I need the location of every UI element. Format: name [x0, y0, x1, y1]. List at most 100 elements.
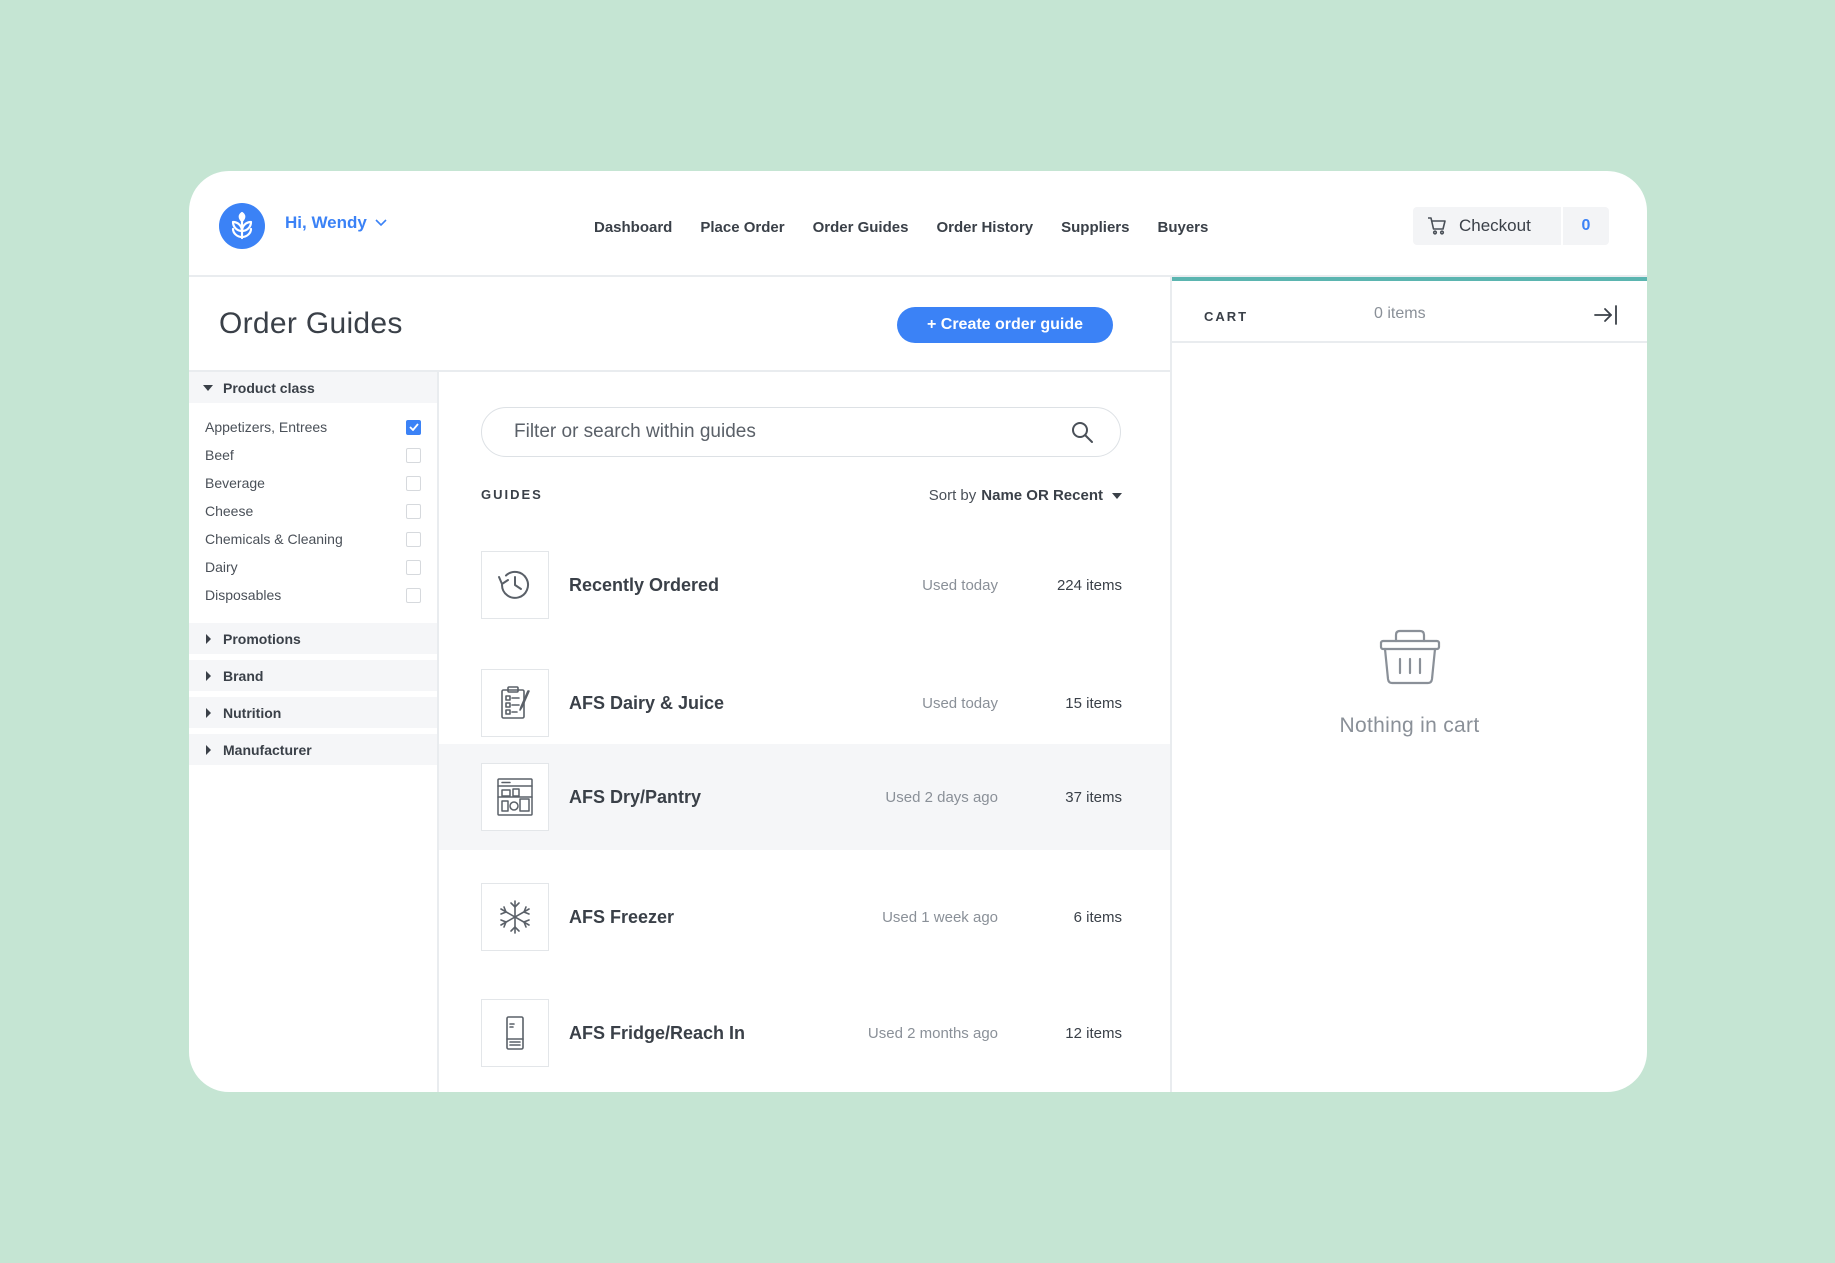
guide-item-count: 6 items: [1073, 908, 1122, 926]
filter-option-label: Disposables: [205, 587, 282, 603]
user-menu[interactable]: Hi, Wendy: [285, 213, 387, 233]
nav-order-guides[interactable]: Order Guides: [813, 219, 909, 236]
cart-item-count: 0 items: [1374, 305, 1426, 322]
facet-nutrition[interactable]: Nutrition: [189, 697, 437, 728]
checkout-label: Checkout: [1459, 216, 1531, 235]
checkbox[interactable]: [406, 587, 421, 603]
filter-option-label: Beverage: [205, 475, 265, 491]
guide-name: AFS Dry/Pantry: [569, 786, 702, 807]
main-nav: Dashboard Place Order Order Guides Order…: [594, 219, 1208, 236]
filter-option[interactable]: Dairy: [189, 553, 437, 581]
checkbox[interactable]: [406, 447, 421, 463]
nav-dashboard[interactable]: Dashboard: [594, 219, 672, 236]
guide-thumbnail: [481, 551, 549, 619]
guide-last-used: Used today: [922, 576, 998, 594]
facet-product-class[interactable]: Product class: [189, 372, 437, 403]
checkout-count-badge: 0: [1561, 207, 1609, 245]
guide-row-dry-pantry[interactable]: AFS Dry/Pantry Used 2 days ago 37 items: [439, 744, 1170, 850]
check-icon: [408, 423, 419, 431]
pantry-shelf-icon: [497, 778, 533, 816]
guides-label: GUIDES: [481, 487, 543, 502]
filter-sidebar: Product class Appetizers, Entrees Beef B…: [189, 372, 439, 1092]
checkbox[interactable]: [406, 559, 421, 575]
guide-thumbnail: [481, 763, 549, 831]
facet-label: Product class: [223, 379, 315, 396]
logo-icon[interactable]: [219, 203, 265, 249]
caret-down-icon: [203, 384, 213, 391]
checkout-main[interactable]: Checkout: [1413, 207, 1561, 245]
facet-label: Manufacturer: [223, 741, 312, 758]
nav-buyers[interactable]: Buyers: [1158, 219, 1209, 236]
filter-option-label: Chemicals & Cleaning: [205, 531, 343, 547]
nav-order-history[interactable]: Order History: [936, 219, 1033, 236]
filter-option-label: Appetizers, Entrees: [205, 419, 328, 435]
checkbox[interactable]: [406, 531, 421, 547]
caret-right-icon: [206, 707, 211, 718]
checkbox[interactable]: [406, 475, 421, 491]
product-class-list: Appetizers, Entrees Beef Beverage Cheese…: [189, 409, 437, 623]
create-order-guide-button[interactable]: + Create order guide: [897, 307, 1113, 343]
guide-last-used: Used 2 days ago: [885, 788, 998, 806]
filter-option-label: Beef: [205, 447, 234, 463]
guide-thumbnail: [481, 883, 549, 951]
guide-last-used: Used today: [922, 694, 998, 712]
caret-down-icon: [1112, 492, 1122, 499]
cart-icon: [1428, 217, 1446, 235]
filter-option[interactable]: Chemicals & Cleaning: [189, 525, 437, 553]
guide-row-recently-ordered[interactable]: Recently Ordered Used today 224 items: [439, 532, 1170, 638]
empty-cart-state: Nothing in cart: [1172, 627, 1647, 738]
search-box: [481, 407, 1121, 457]
search-icon[interactable]: [1070, 420, 1094, 444]
caret-right-icon: [206, 670, 211, 681]
caret-right-icon: [206, 744, 211, 755]
guide-row-dairy-juice[interactable]: AFS Dairy & Juice Used today 15 items: [439, 650, 1170, 756]
greeting-label: Hi, Wendy: [285, 213, 367, 232]
filter-option[interactable]: Appetizers, Entrees: [189, 413, 437, 441]
guide-name: AFS Freezer: [569, 906, 675, 927]
page-header: Order Guides + Create order guide: [189, 277, 1170, 372]
filter-option[interactable]: Cheese: [189, 497, 437, 525]
guide-row-fridge-reach-in[interactable]: AFS Fridge/Reach In Used 2 months ago 12…: [439, 980, 1170, 1086]
checkbox[interactable]: [406, 419, 421, 435]
facet-manufacturer[interactable]: Manufacturer: [189, 734, 437, 765]
guide-thumbnail: [481, 669, 549, 737]
guide-row-freezer[interactable]: AFS Freezer Used 1 week ago 6 items: [439, 864, 1170, 970]
filter-option[interactable]: Beverage: [189, 469, 437, 497]
guide-name: AFS Dairy & Juice: [569, 692, 725, 713]
collapse-panel-icon[interactable]: [1593, 303, 1619, 327]
guide-thumbnail: [481, 999, 549, 1067]
checkout-button[interactable]: Checkout 0: [1413, 207, 1609, 245]
guide-name: Recently Ordered: [569, 574, 720, 595]
facet-promotions[interactable]: Promotions: [189, 623, 437, 654]
caret-right-icon: [206, 633, 211, 644]
cart-header: CART 0 items: [1172, 281, 1647, 343]
chevron-down-icon: [375, 219, 387, 227]
nav-suppliers[interactable]: Suppliers: [1061, 219, 1129, 236]
empty-cart-message: Nothing in cart: [1339, 714, 1480, 737]
facet-label: Nutrition: [223, 704, 282, 721]
clipboard-checklist-icon: [501, 686, 530, 719]
filter-option-label: Dairy: [205, 559, 238, 575]
guide-last-used: Used 1 week ago: [882, 908, 998, 926]
guide-name: AFS Fridge/Reach In: [569, 1022, 746, 1043]
app-window: Hi, Wendy Dashboard Place Order Order Gu…: [189, 171, 1647, 1092]
filter-option[interactable]: Disposables: [189, 581, 437, 609]
cart-label: CART: [1204, 309, 1249, 324]
sort-prefix: Sort by: [928, 487, 977, 504]
basket-icon: [1379, 629, 1440, 685]
sort-dropdown[interactable]: Sort by Name OR Recent: [929, 487, 1122, 504]
filter-option-label: Cheese: [205, 503, 254, 519]
page-title: Order Guides: [219, 307, 403, 340]
cart-panel: CART 0 items Nothing in cart: [1170, 277, 1647, 1092]
guide-item-count: 12 items: [1065, 1024, 1122, 1042]
guides-panel: GUIDES Sort by Name OR Recent Recently O…: [439, 372, 1170, 1092]
facet-brand[interactable]: Brand: [189, 660, 437, 691]
guide-item-count: 15 items: [1065, 694, 1122, 712]
facet-label: Promotions: [223, 630, 301, 647]
search-input[interactable]: [514, 421, 1070, 443]
checkbox[interactable]: [406, 503, 421, 519]
guide-item-count: 37 items: [1065, 788, 1122, 806]
top-bar: Hi, Wendy Dashboard Place Order Order Gu…: [189, 171, 1647, 277]
filter-option[interactable]: Beef: [189, 441, 437, 469]
nav-place-order[interactable]: Place Order: [700, 219, 784, 236]
